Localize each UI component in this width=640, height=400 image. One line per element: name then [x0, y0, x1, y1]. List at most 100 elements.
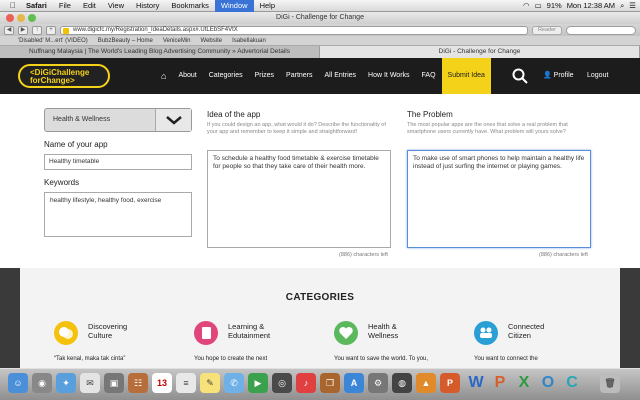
notes-icon[interactable]: ✎	[200, 373, 220, 393]
facetime-icon[interactable]: ▶	[248, 373, 268, 393]
finder-icon[interactable]: ☺	[8, 373, 28, 393]
logout-link[interactable]: Logout	[587, 58, 608, 94]
spotlight-icon[interactable]: ⌕	[620, 1, 624, 11]
site-logo[interactable]: <DiGiChallenge forChange>	[18, 64, 110, 88]
problem-textarea[interactable]: To make use of smart phones to help main…	[407, 150, 591, 248]
browser-search-field[interactable]	[566, 25, 636, 35]
nav-prizes[interactable]: Prizes	[249, 58, 280, 94]
forward-icon[interactable]: ▶	[18, 25, 28, 35]
category-card-citizen[interactable]: Connected Citizen You want to connect th…	[474, 320, 614, 368]
home-icon[interactable]: ⌂	[155, 58, 172, 94]
profile-link[interactable]: 👤 Profile	[543, 58, 574, 94]
notification-center-icon[interactable]: ☰	[629, 1, 636, 10]
contacts-icon[interactable]: ☷	[128, 373, 148, 393]
menu-view[interactable]: View	[102, 1, 130, 10]
category-card-learning[interactable]: Learning & Edutainment You hope to creat…	[194, 320, 334, 368]
mail-icon[interactable]: ✉	[80, 373, 100, 393]
keywords-input[interactable]: healthy lifestyle, healthy food, exercis…	[44, 192, 192, 237]
calendar-icon[interactable]: 13	[152, 373, 172, 393]
menu-file[interactable]: File	[53, 1, 77, 10]
menu-edit[interactable]: Edit	[77, 1, 102, 10]
menubar:  Safari File Edit View History Bookmark…	[0, 0, 640, 12]
menu-bookmarks[interactable]: Bookmarks	[165, 1, 215, 10]
heart-cross-icon	[334, 321, 358, 345]
bookmark-item[interactable]: VeniceMin	[163, 38, 191, 44]
word-icon[interactable]: W	[466, 373, 486, 393]
address-bar[interactable]: www.digicfc.my/Registration_IdeaDetails.…	[60, 25, 528, 35]
nav-categories[interactable]: Categories	[203, 58, 249, 94]
battery-percent: 91%	[546, 1, 562, 10]
bookmark-item[interactable]: 'Disabled' M...ert' (VIDEO)	[18, 38, 88, 44]
address-url: www.digicfc.my/Registration_IdeaDetails.…	[73, 26, 238, 33]
app-store-icon[interactable]: A	[344, 373, 364, 393]
tab-digi[interactable]: DiGi - Challenge for Change	[320, 46, 640, 58]
window-titlebar: DiGi - Challenge for Change	[0, 12, 640, 24]
logo-line-2: forChange>	[30, 76, 75, 85]
category-name: Learning & Edutainment	[228, 322, 270, 340]
clock[interactable]: Mon 12:38 AM	[567, 1, 615, 10]
apple-menu-icon[interactable]: 	[6, 1, 20, 10]
nav-submit-idea[interactable]: Submit Idea	[441, 58, 491, 94]
add-icon[interactable]: +	[46, 25, 56, 35]
idea-chars-left: (886) characters left	[339, 252, 388, 258]
tab-nuffnang[interactable]: Nuffnang Malaysia | The World's Leading …	[0, 46, 320, 58]
window-title: DiGi - Challenge for Change	[276, 14, 364, 21]
problem-label: The Problem	[407, 110, 453, 119]
ibooks-icon[interactable]: ❒	[320, 373, 340, 393]
bookmark-item[interactable]: BubzBeauty – Home	[98, 38, 153, 44]
photos-icon[interactable]: ▣	[104, 373, 124, 393]
powerpoint-icon[interactable]: P	[440, 373, 460, 393]
minimize-window-icon[interactable]	[17, 14, 25, 22]
idea-textarea[interactable]: To schedule a healthy food timetable & e…	[207, 150, 391, 248]
photo-booth-icon[interactable]: ◎	[272, 373, 292, 393]
app-name-input[interactable]: Healthy timetable	[44, 154, 192, 170]
category-card-culture[interactable]: Discovering Culture “Tak kenal, maka tak…	[54, 320, 194, 368]
reader-button[interactable]: Reader	[531, 25, 562, 35]
zoom-window-icon[interactable]	[28, 14, 36, 22]
people-icon	[474, 321, 498, 345]
share-icon[interactable]: ↑	[32, 25, 42, 35]
chevron-down-icon[interactable]	[155, 109, 191, 131]
dock: ☺ ◉ ✦ ✉ ▣ ☷ 13 ≡ ✎ ✆ ▶ ◎ ♪ ❒ A ⚙ ◍ ▲ P W…	[0, 368, 640, 400]
dvd-player-icon[interactable]: ◍	[392, 373, 412, 393]
nav-faq[interactable]: FAQ	[416, 58, 442, 94]
nav-partners[interactable]: Partners	[280, 58, 318, 94]
category-card-health[interactable]: Health & Wellness You want to save the w…	[334, 320, 474, 368]
safari-icon[interactable]: ✦	[56, 373, 76, 393]
trash-icon[interactable]: 🗑	[600, 373, 620, 393]
messages-icon[interactable]: ✆	[224, 373, 244, 393]
itunes-icon[interactable]: ♪	[296, 373, 316, 393]
powerpoint-dock-icon[interactable]: P	[490, 373, 510, 393]
vlc-icon[interactable]: ▲	[416, 373, 436, 393]
category-name-line-1: Connected	[508, 322, 545, 331]
launchpad-icon[interactable]: ◉	[32, 373, 52, 393]
menu-help[interactable]: Help	[254, 1, 281, 10]
bookmark-item[interactable]: Website	[201, 38, 223, 44]
excel-icon[interactable]: X	[514, 373, 534, 393]
menu-app-safari[interactable]: Safari	[20, 1, 53, 10]
battery-icon[interactable]: ▭	[535, 1, 542, 10]
reminders-icon[interactable]: ≡	[176, 373, 196, 393]
nav-all-entries[interactable]: All Entries	[319, 58, 363, 94]
book-icon	[194, 321, 218, 345]
menubar-status: ◠ ▭ 91% Mon 12:38 AM ⌕ ☰	[523, 1, 640, 11]
back-icon[interactable]: ◀	[4, 25, 14, 35]
idea-label: Idea of the app	[207, 110, 261, 119]
menu-history[interactable]: History	[130, 1, 165, 10]
nav-about[interactable]: About	[172, 58, 202, 94]
search-icon[interactable]	[512, 68, 528, 84]
category-name-line-2: Citizen	[508, 331, 531, 340]
bookmark-item[interactable]: Isabellakuan	[232, 38, 266, 44]
menu-window[interactable]: Window	[214, 0, 254, 12]
category-name-line-2: Wellness	[368, 331, 399, 340]
categories-heading: CATEGORIES	[285, 292, 355, 303]
nav-how-it-works[interactable]: How It Works	[362, 58, 416, 94]
communicator-icon[interactable]: C	[562, 373, 582, 393]
category-select[interactable]: Health & Wellness	[44, 108, 192, 132]
wifi-icon[interactable]: ◠	[523, 1, 530, 10]
theater-masks-icon	[54, 321, 78, 345]
problem-chars-left: (886) characters left	[539, 252, 588, 258]
system-preferences-icon[interactable]: ⚙	[368, 373, 388, 393]
close-window-icon[interactable]	[6, 14, 14, 22]
outlook-icon[interactable]: O	[538, 373, 558, 393]
